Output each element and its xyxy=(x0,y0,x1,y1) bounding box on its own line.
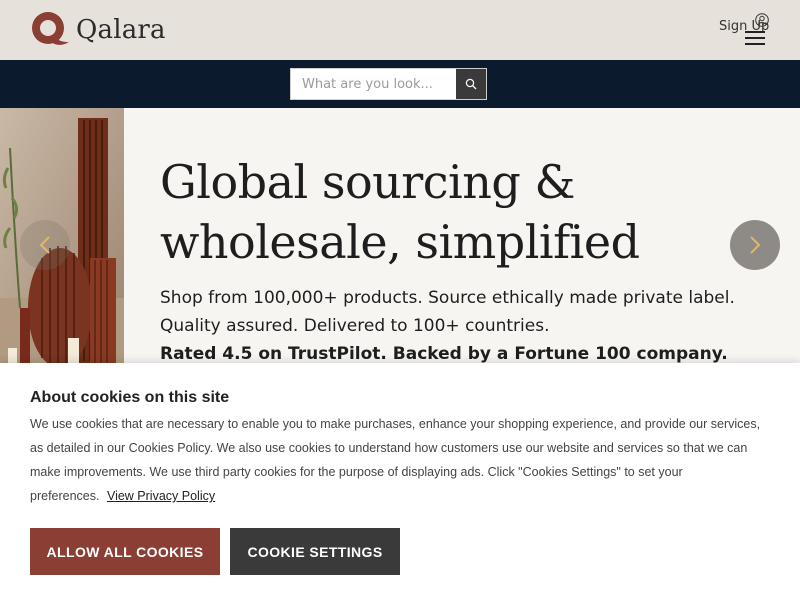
qalara-logo-icon xyxy=(32,12,69,45)
brand-name: Qalara xyxy=(76,15,166,45)
search-box xyxy=(290,68,487,100)
cookie-settings-button[interactable]: COOKIE SETTINGS xyxy=(230,528,400,575)
hero-trust-statement: Rated 4.5 on TrustPilot. Backed by a For… xyxy=(160,344,728,363)
hero-title: Global sourcing & wholesale, simplified xyxy=(160,152,720,272)
allow-all-cookies-button[interactable]: ALLOW ALL COOKIES xyxy=(30,528,220,575)
cookie-text-line-4: preferences. xyxy=(30,489,100,503)
hamburger-menu-icon[interactable] xyxy=(745,30,765,46)
chevron-right-icon xyxy=(750,236,761,254)
top-header: Qalara Sign Up xyxy=(0,0,800,60)
search-input[interactable] xyxy=(291,69,456,99)
cookie-text-line-4-wrap: preferences. View Privacy Policy xyxy=(30,484,775,508)
search-button[interactable] xyxy=(456,69,486,99)
cookie-text-line-3: make improvements. We use third party co… xyxy=(30,465,683,479)
search-bar xyxy=(0,60,800,108)
hero-subtitle-line-2: Quality assured. Delivered to 100+ count… xyxy=(160,316,550,336)
brand-logo[interactable]: Qalara xyxy=(30,12,166,48)
hero-banner: Global sourcing & wholesale, simplified … xyxy=(0,108,800,363)
hero-title-line-1: Global sourcing & xyxy=(160,155,575,209)
user-icon[interactable] xyxy=(755,13,769,28)
cookie-banner-text: We use cookies that are necessary to ena… xyxy=(30,412,775,508)
cookie-banner: About cookies on this site We use cookie… xyxy=(0,363,800,600)
hero-subtitle-line-1: Shop from 100,000+ products. Source ethi… xyxy=(160,288,735,308)
cookie-text-line-1: We use cookies that are necessary to ena… xyxy=(30,417,761,431)
cookie-text-line-2: as detailed in our Cookies Policy. We al… xyxy=(30,441,748,455)
carousel-prev-button[interactable] xyxy=(20,220,70,270)
privacy-policy-link[interactable]: View Privacy Policy xyxy=(107,489,215,503)
cookie-banner-title: About cookies on this site xyxy=(30,389,230,406)
hero-subtitle: Shop from 100,000+ products. Source ethi… xyxy=(160,284,795,340)
search-icon xyxy=(465,78,477,90)
hero-title-line-2: wholesale, simplified xyxy=(160,215,640,269)
chevron-left-icon xyxy=(39,236,50,254)
carousel-next-button[interactable] xyxy=(730,220,780,270)
